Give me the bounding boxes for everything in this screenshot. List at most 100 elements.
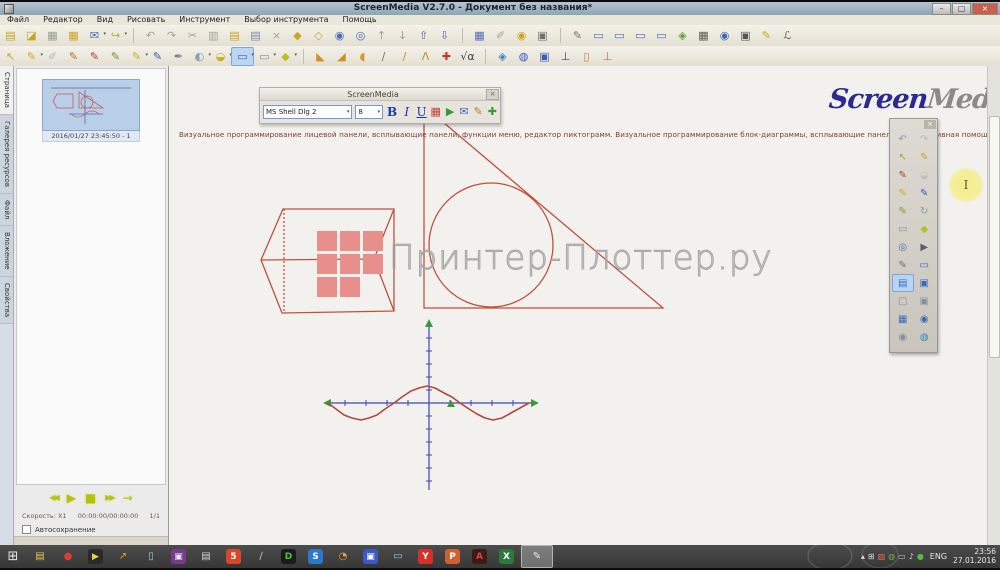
select-tool-icon[interactable]: ↖	[0, 48, 21, 65]
move-up-icon[interactable]: ↑	[371, 27, 392, 44]
blue-file-icon[interactable]: ▯	[138, 546, 164, 567]
undo-icon[interactable]: ↶	[140, 27, 161, 44]
menu-help[interactable]: Помощь	[336, 15, 384, 25]
save-as-icon[interactable]: ▦	[63, 27, 84, 44]
pen-blue-icon[interactable]: ✎	[147, 48, 168, 65]
image-tool-icon[interactable]: ▣	[534, 48, 555, 65]
page-list[interactable]: 2016/01/27 23:45:50 - 1	[16, 68, 166, 485]
set-square-45-icon[interactable]: ◣	[310, 48, 331, 65]
close-icon[interactable]: ×	[486, 89, 499, 100]
excel-icon[interactable]: X	[499, 549, 514, 564]
refresh-icon[interactable]: ↻	[914, 202, 936, 220]
stylus-icon[interactable]: ∕	[248, 546, 274, 567]
grid-view-icon[interactable]: ▦	[469, 27, 490, 44]
globe-icon[interactable]: ◍	[914, 328, 936, 346]
italic-button[interactable]: I	[401, 105, 413, 119]
yandex-icon[interactable]: Y	[418, 549, 433, 564]
copy-icon[interactable]: ▥	[203, 27, 224, 44]
play-button[interactable]: ▶	[67, 487, 76, 509]
font-color-icon[interactable]: ▦	[430, 103, 440, 121]
keyboard-icon[interactable]: ▤	[892, 274, 914, 292]
highlighter-icon[interactable]: ✎	[126, 48, 147, 65]
tab-page[interactable]: Страница	[0, 66, 13, 115]
mouse-icon[interactable]: ◉	[892, 328, 914, 346]
feather-icon[interactable]: ✎	[756, 27, 777, 44]
pen-gray-icon[interactable]: ✒	[168, 48, 189, 65]
undo-icon[interactable]: ↶	[892, 130, 914, 148]
spotlight-icon[interactable]: ✎	[567, 27, 588, 44]
menu-editor[interactable]: Редактор	[36, 15, 90, 25]
cut-icon[interactable]: ✂	[182, 27, 203, 44]
menu-file[interactable]: Файл	[0, 15, 36, 25]
lab-stand-icon[interactable]: ⊥	[597, 48, 618, 65]
titlebar[interactable]: ScreenMedia V2.7.0 - Документ без назван…	[0, 2, 1000, 16]
scrollbar-thumb[interactable]	[989, 116, 1000, 358]
clock[interactable]: 23:56 27.01.2016	[953, 548, 996, 565]
insert-file-icon[interactable]: ✉	[459, 103, 468, 121]
page-thumbnail[interactable]: 2016/01/27 23:45:50 - 1	[42, 79, 140, 142]
magnify-icon[interactable]: ◎	[892, 238, 914, 256]
pencil-icon[interactable]: ∕	[394, 48, 415, 65]
tool-palette[interactable]: × ↶↷↖✎✎◒✎✎✎↻▭◆◎▶✎▭▤▣▢▣▦◉◉◍	[889, 118, 938, 353]
font-family-select[interactable]: MS Shell Dlg 2 ▾	[263, 105, 352, 119]
menu-tool[interactable]: Инструмент	[172, 15, 237, 25]
tab-file[interactable]: Файл	[0, 194, 13, 226]
orb-blue-icon[interactable]: ◍	[513, 48, 534, 65]
screen-freeze-icon[interactable]: ▭	[651, 27, 672, 44]
camera-icon[interactable]: ▣	[532, 27, 553, 44]
html5-icon[interactable]: 5	[226, 549, 241, 564]
tray-alert-icon[interactable]: ▨	[878, 552, 886, 561]
whiteboard-tool-icon[interactable]: ▭	[231, 47, 254, 66]
eraser-icon[interactable]: ◒	[914, 166, 936, 184]
dice-icon[interactable]: ◈	[492, 48, 513, 65]
bold-button[interactable]: B	[386, 105, 398, 119]
remote-desktop-icon[interactable]: ▭	[385, 546, 411, 567]
erase-object-icon[interactable]: ◇	[308, 27, 329, 44]
menu-view[interactable]: Вид	[90, 15, 120, 25]
autosave-checkbox[interactable]	[22, 525, 31, 534]
brush-icon[interactable]: ✎	[474, 103, 483, 121]
zoom-in-icon[interactable]: ◉	[329, 27, 350, 44]
flask-icon[interactable]: ▯	[576, 48, 597, 65]
screen-annotate-icon[interactable]: ▭	[609, 27, 630, 44]
purple-app-icon[interactable]: ▣	[171, 549, 186, 564]
stop-button[interactable]: ■	[85, 487, 96, 509]
set-square-30-icon[interactable]: ◢	[331, 48, 352, 65]
formula-icon[interactable]: √α	[457, 48, 478, 65]
highlighter-icon[interactable]: ✎	[892, 184, 914, 202]
spotlight-icon[interactable]: ✎	[892, 256, 914, 274]
move-point-icon[interactable]: ✚	[436, 48, 457, 65]
pen-green-icon[interactable]: ✎	[105, 48, 126, 65]
monitor-icon[interactable]: ▭	[914, 256, 936, 274]
floating-toolbar-header[interactable]: ScreenMedia ×	[260, 88, 500, 101]
rewind-button[interactable]: ◀◀	[49, 487, 57, 509]
compass-icon[interactable]: Λ	[415, 48, 436, 65]
canvas-scrollbar[interactable]	[987, 66, 1000, 545]
adobe-reader-icon[interactable]: A	[472, 549, 487, 564]
pen-icon[interactable]: ✎	[914, 148, 936, 166]
tray-volume-icon[interactable]: ♪	[909, 552, 914, 561]
shapes-icon[interactable]: ◆	[914, 220, 936, 238]
brush-tool-icon[interactable]: ✎	[63, 48, 84, 65]
calculator-icon[interactable]: ▦	[693, 27, 714, 44]
delete-icon[interactable]: ×	[266, 27, 287, 44]
new-document-icon[interactable]: ▤	[0, 27, 21, 44]
close-button[interactable]: ×	[972, 3, 998, 15]
brush-icon[interactable]: ✎	[892, 166, 914, 184]
lasso-tool-icon[interactable]: ✐	[42, 48, 63, 65]
page-icon[interactable]: ▢	[892, 292, 914, 310]
shapes-tool-icon[interactable]: ◆	[275, 48, 296, 65]
color-wheel-icon[interactable]: ◔	[330, 546, 356, 567]
menu-draw[interactable]: Рисовать	[120, 15, 172, 25]
save-icon[interactable]: ▦	[42, 27, 63, 44]
marker-green-icon[interactable]: ✎	[892, 202, 914, 220]
red-app-icon[interactable]: ●	[55, 546, 81, 567]
tray-display-icon[interactable]: ▭	[898, 552, 906, 561]
clipboard-icon[interactable]: ▣	[735, 27, 756, 44]
menu-tool-select[interactable]: Выбор инструмента	[237, 15, 335, 25]
tray-antivirus-icon[interactable]: ●	[917, 552, 924, 561]
move-down-icon[interactable]: ↓	[392, 27, 413, 44]
rect-select-icon[interactable]: ▭	[254, 48, 275, 65]
tray-windows-icon[interactable]: ⊞	[868, 552, 875, 561]
rect-select-icon[interactable]: ▭	[892, 220, 914, 238]
